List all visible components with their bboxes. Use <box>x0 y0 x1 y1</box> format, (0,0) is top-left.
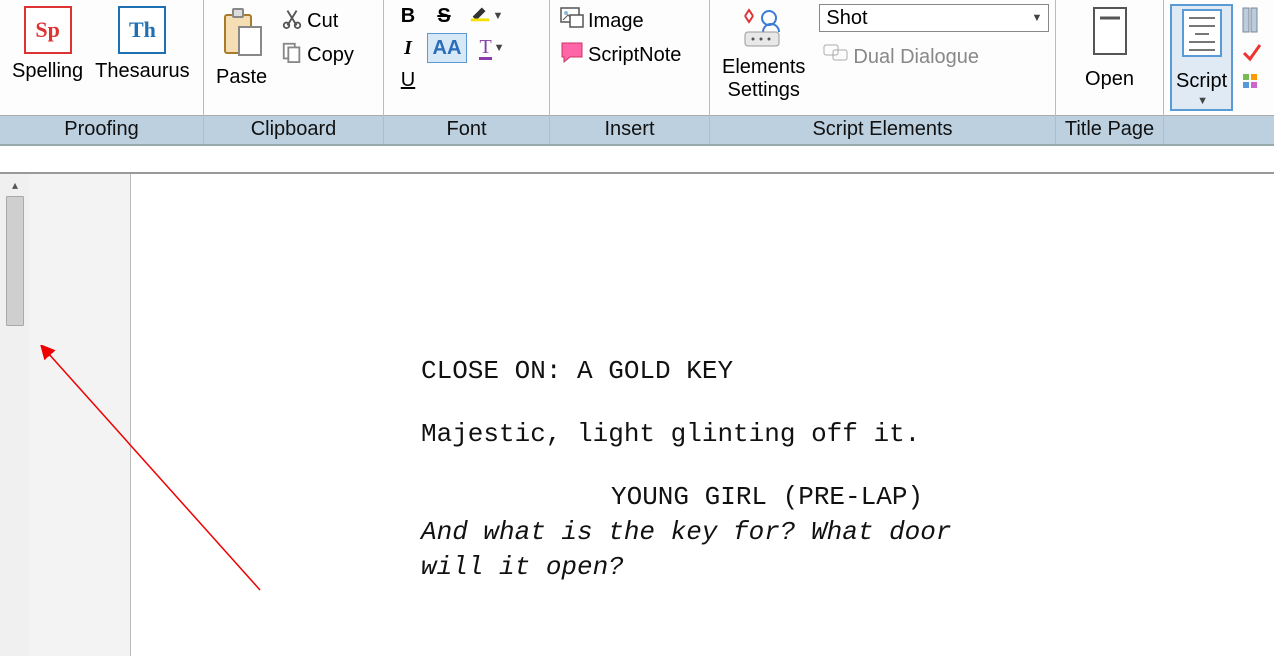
group-font: B S ▼ I AA T ▼ U Font <box>384 0 550 144</box>
image-icon <box>560 7 584 35</box>
insert-scriptnote-button[interactable]: ScriptNote <box>556 39 685 71</box>
spelling-label: Spelling <box>12 60 83 83</box>
dialogue-line-1[interactable]: And what is the key for? What door <box>421 515 1234 550</box>
elements-settings-button[interactable]: Elements Settings <box>716 4 811 104</box>
title-page-icon <box>1088 6 1132 64</box>
insert-image-label: Image <box>588 10 644 33</box>
script-label: Script <box>1176 70 1227 93</box>
thesaurus-icon: Th <box>118 6 166 54</box>
chevron-down-icon: ▼ <box>1197 95 1208 107</box>
page-gutter <box>30 174 130 656</box>
partial-icon-1[interactable] <box>1241 6 1261 39</box>
cut-button[interactable]: Cut <box>277 5 358 37</box>
group-script-view: Script ▼ <box>1164 0 1274 144</box>
scissors-icon <box>281 7 303 35</box>
scriptnote-icon <box>560 41 584 69</box>
italic-button[interactable]: I <box>391 33 425 63</box>
paste-label: Paste <box>216 66 267 89</box>
insert-scriptnote-label: ScriptNote <box>588 44 681 67</box>
spelling-button[interactable]: Sp Spelling <box>6 4 89 85</box>
group-proofing: Sp Spelling Th Thesaurus Proofing <box>0 0 204 144</box>
text-color-button[interactable]: T ▼ <box>469 33 515 63</box>
group-label-insert: Insert <box>550 115 709 144</box>
chevron-down-icon: ▼ <box>494 42 505 54</box>
group-insert: Image ScriptNote Insert <box>550 0 710 144</box>
group-label-empty <box>1164 115 1274 144</box>
dual-dialogue-icon <box>823 44 849 70</box>
script-page[interactable]: CLOSE ON: A GOLD KEY Majestic, light gli… <box>130 174 1274 656</box>
group-label-clipboard: Clipboard <box>204 115 383 144</box>
combo-value: Shot <box>826 7 867 30</box>
paste-button[interactable]: Paste <box>210 4 273 91</box>
case-button[interactable]: AA <box>427 33 467 63</box>
element-type-combo[interactable]: Shot ▼ <box>819 4 1049 32</box>
scroll-thumb[interactable] <box>6 196 24 326</box>
highlight-button[interactable]: ▼ <box>463 1 509 31</box>
group-label-proofing: Proofing <box>0 115 203 144</box>
script-view-button[interactable]: Script ▼ <box>1170 4 1233 111</box>
copy-icon <box>281 41 303 69</box>
dialogue-line-2[interactable]: will it open? <box>421 550 1234 585</box>
editor-workspace: ▴ CLOSE ON: A GOLD KEY Majestic, light g… <box>0 172 1274 656</box>
partial-icon-2[interactable] <box>1241 43 1261 68</box>
ribbon-toolbar: Sp Spelling Th Thesaurus Proofing Paste <box>0 0 1274 146</box>
underline-button[interactable]: U <box>391 65 425 95</box>
shot-heading[interactable]: CLOSE ON: A GOLD KEY <box>421 354 1234 389</box>
elements-label-1: Elements <box>722 56 805 79</box>
dual-dialogue-button[interactable]: Dual Dialogue <box>819 42 1049 72</box>
partial-icon-3[interactable] <box>1241 72 1261 97</box>
group-title-page: Open Title Page <box>1056 0 1164 144</box>
elements-settings-icon <box>739 6 789 56</box>
cut-label: Cut <box>307 10 338 33</box>
open-label: Open <box>1085 68 1134 91</box>
chevron-down-icon: ▼ <box>493 10 504 22</box>
spelling-icon: Sp <box>24 6 72 54</box>
copy-button[interactable]: Copy <box>277 39 358 71</box>
scroll-up-button[interactable]: ▴ <box>0 174 30 196</box>
vertical-scrollbar[interactable]: ▴ <box>0 174 30 656</box>
chevron-down-icon: ▼ <box>1031 12 1042 24</box>
dual-dialogue-label: Dual Dialogue <box>853 46 979 69</box>
group-label-title-page: Title Page <box>1056 115 1163 144</box>
group-script-elements: Elements Settings Shot ▼ Dual Dialogue S… <box>710 0 1056 144</box>
copy-label: Copy <box>307 44 354 67</box>
text-color-glyph: T <box>479 37 491 60</box>
group-clipboard: Paste Cut Copy Clipboard <box>204 0 384 144</box>
strike-button[interactable]: S <box>427 1 461 31</box>
thesaurus-label: Thesaurus <box>95 60 190 83</box>
group-label-font: Font <box>384 115 549 144</box>
insert-image-button[interactable]: Image <box>556 5 648 37</box>
group-label-script-elements: Script Elements <box>710 115 1055 144</box>
script-page-icon <box>1179 8 1225 66</box>
bold-button[interactable]: B <box>391 1 425 31</box>
elements-label-2: Settings <box>728 79 800 102</box>
action-line[interactable]: Majestic, light glinting off it. <box>421 417 1234 452</box>
open-title-page-button[interactable]: Open <box>1079 4 1140 93</box>
character-cue[interactable]: YOUNG GIRL (PRE-LAP) <box>611 480 1234 515</box>
thesaurus-button[interactable]: Th Thesaurus <box>89 4 196 85</box>
highlighter-icon <box>469 3 491 29</box>
paste-icon <box>218 6 266 62</box>
